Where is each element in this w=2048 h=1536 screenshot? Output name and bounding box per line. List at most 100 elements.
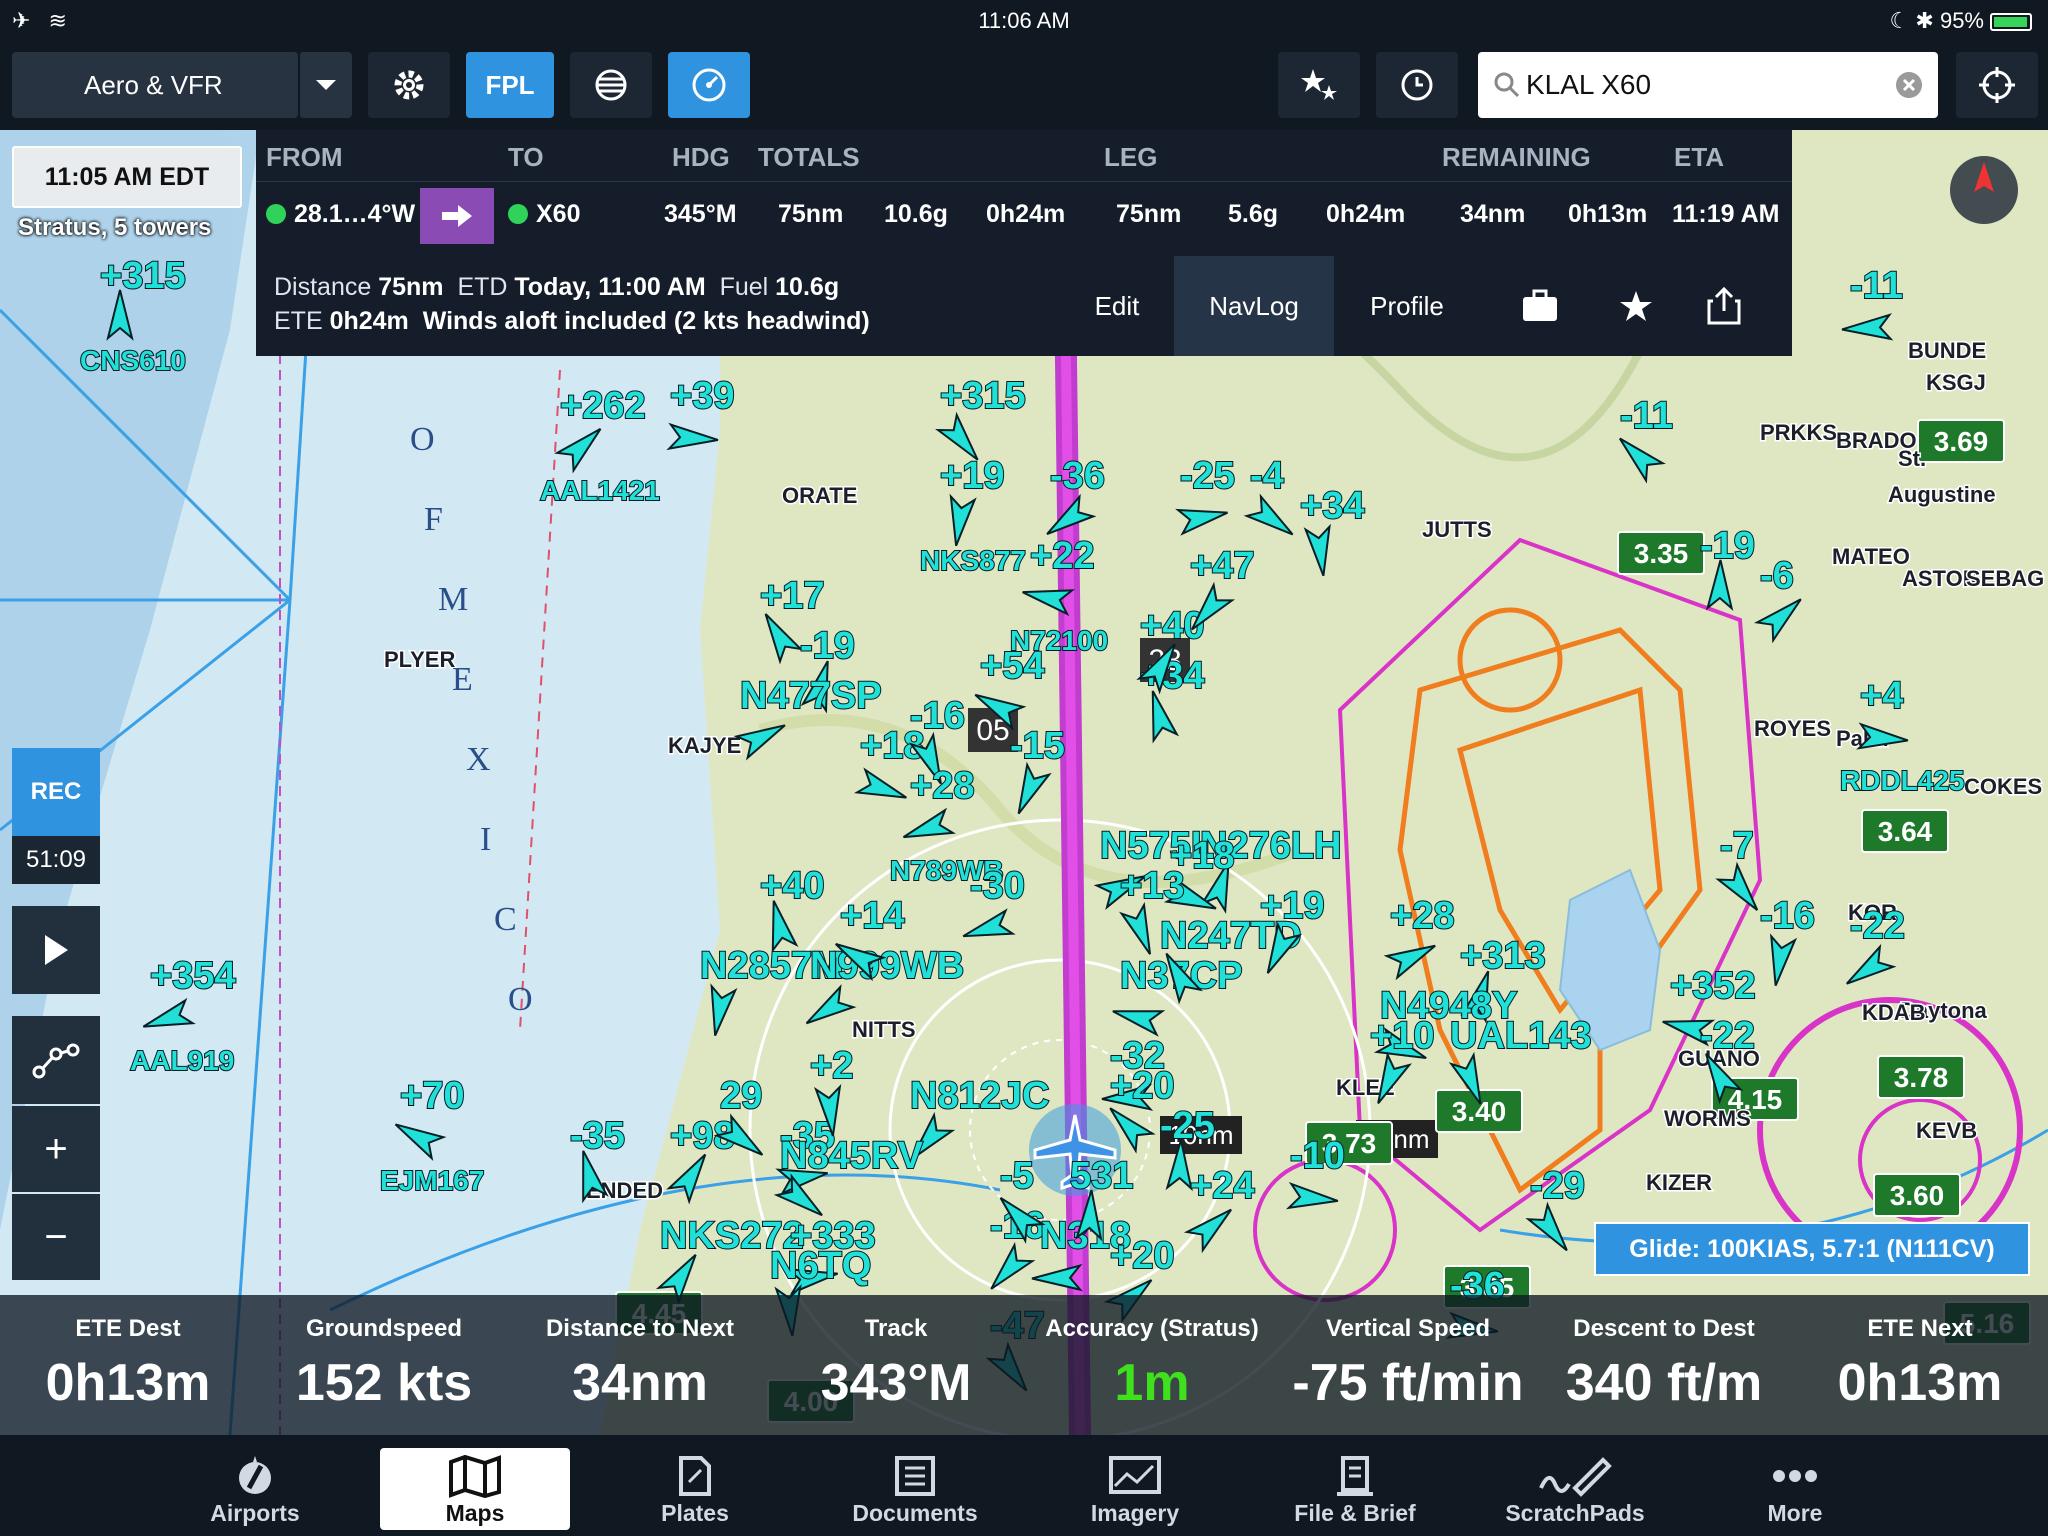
direct-to-button[interactable]	[420, 188, 494, 244]
share-button[interactable]	[1684, 256, 1764, 356]
remaining-time: 0h13m	[1568, 200, 1648, 228]
fpl-button[interactable]: FPL	[466, 52, 554, 118]
traffic-callsign: NKS877	[920, 545, 1026, 576]
plates-icon	[679, 1456, 711, 1496]
traffic-altitude: +54	[980, 645, 1044, 687]
inst-ete-dest[interactable]: ETE Dest 0h13m	[0, 1315, 256, 1413]
tab-profile[interactable]: Profile	[1334, 256, 1480, 356]
inst-groundspeed[interactable]: Groundspeed 152 kts	[256, 1315, 512, 1413]
tab-documents[interactable]: Documents	[820, 1448, 1010, 1530]
inst-vertical-speed[interactable]: Vertical Speed -75 ft/min	[1280, 1315, 1536, 1413]
metar-value: 3.78	[1894, 1062, 1949, 1093]
map-label: JUTTS	[1422, 517, 1492, 542]
navlog-row[interactable]: 28.1…4°W X60 345°M 75nm 10.6g 0h24m 75nm…	[256, 182, 1792, 246]
traffic-callsign: AAL1421	[540, 475, 660, 506]
locate-button[interactable]	[1956, 52, 2038, 118]
metar-value: 3.35	[1634, 538, 1689, 569]
documents-icon	[895, 1456, 935, 1496]
zoom-in-button[interactable]: +	[12, 1106, 100, 1192]
inst-descent-to-dest[interactable]: Descent to Dest 340 ft/m	[1536, 1315, 1792, 1413]
tab-airports[interactable]: Airports	[160, 1448, 350, 1530]
favorites-button[interactable]	[1278, 52, 1360, 118]
traffic-altitude: -10	[1290, 1135, 1345, 1177]
inst-value: 0h13m	[1837, 1354, 2003, 1412]
inst-track[interactable]: Track 343°M	[768, 1315, 1024, 1413]
map-label: St.	[1898, 446, 1926, 471]
traffic-altitude: +315	[100, 255, 186, 297]
traffic-altitude: -36	[1050, 455, 1105, 497]
map-layer-selector[interactable]: Aero & VFR	[12, 52, 298, 118]
maps-icon	[449, 1454, 501, 1498]
winds-note: Winds aloft included (2 kts headwind)	[422, 307, 870, 335]
minus-icon: −	[44, 1214, 68, 1259]
save-route-button[interactable]	[1596, 256, 1676, 356]
clock: 11:06 AM	[978, 8, 1070, 33]
traffic-callsign: CNS610	[80, 345, 186, 376]
traffic-altitude: -22	[1700, 1015, 1755, 1057]
record-time: 51:09	[25, 846, 87, 873]
traffic-altitude: N477SP	[740, 675, 882, 717]
inst-ete-next[interactable]: ETE Next 0h13m	[1792, 1315, 2048, 1413]
map-layer-dropdown-button[interactable]	[298, 52, 352, 118]
play-button[interactable]	[12, 906, 100, 994]
traffic-altitude: -25	[1180, 455, 1235, 497]
procedures-button[interactable]	[1500, 256, 1580, 356]
traffic-altitude: +262	[560, 385, 646, 427]
recents-button[interactable]	[1376, 52, 1458, 118]
tab-edit-label: Edit	[1094, 290, 1140, 321]
metar-badge[interactable]: 3.60	[1873, 1173, 1961, 1217]
route-button[interactable]	[12, 1016, 100, 1104]
record-label: REC	[30, 778, 82, 805]
gulf-label-letter: O	[508, 981, 533, 1018]
inst-distance-next[interactable]: Distance to Next 34nm	[512, 1315, 768, 1413]
traffic-altitude: +39	[670, 375, 734, 417]
gear-icon	[394, 70, 424, 100]
settings-button[interactable]	[368, 52, 450, 118]
inst-label: Vertical Speed	[1325, 1315, 1491, 1342]
traffic-altitude: -19	[1700, 525, 1755, 567]
battery-icon	[1990, 13, 2032, 31]
file-brief-icon	[1337, 1456, 1373, 1496]
clock-icon	[1401, 69, 1433, 101]
map-label: KIZER	[1646, 1170, 1712, 1195]
metar-badge[interactable]: 3.35	[1617, 531, 1705, 575]
tab-imagery[interactable]: Imagery	[1040, 1448, 1230, 1530]
tab-maps[interactable]: Maps	[380, 1448, 570, 1530]
record-button[interactable]: REC	[12, 748, 100, 836]
metar-badge[interactable]: 3.78	[1877, 1055, 1965, 1099]
leg-time: 0h24m	[1326, 200, 1406, 228]
traffic-altitude: UAL143	[1450, 1015, 1592, 1057]
tab-label: Maps	[445, 1500, 505, 1526]
traffic-altitude: +34	[1300, 485, 1364, 527]
zoom-out-button[interactable]: −	[12, 1194, 100, 1280]
tab-label: Imagery	[1090, 1500, 1180, 1526]
current-time-box: 11:05 AM EDT	[12, 146, 242, 208]
imagery-icon	[1109, 1456, 1161, 1494]
glide-advisor[interactable]: Glide: 100KIAS, 5.7:1 (N111CV)	[1594, 1222, 2030, 1276]
traffic-target[interactable]: -10	[1285, 1134, 1346, 1213]
header-hdg: HDG	[672, 142, 730, 172]
tab-more[interactable]: More	[1700, 1448, 1890, 1530]
distance-value: 75nm	[378, 273, 444, 301]
layers-button[interactable]	[570, 52, 652, 118]
inst-label: Descent to Dest	[1573, 1315, 1755, 1342]
etd-label: ETD	[457, 273, 508, 301]
compass-icon[interactable]	[1950, 156, 2018, 224]
metar-badge[interactable]: 3.64	[1861, 809, 1949, 853]
map-label: WORMS	[1664, 1106, 1751, 1131]
tab-navlog[interactable]: NavLog	[1174, 256, 1334, 356]
search-field[interactable]: KLAL X60	[1478, 52, 1938, 118]
tab-file-brief[interactable]: File & Brief	[1260, 1448, 1450, 1530]
traffic-altitude: +352	[1670, 965, 1756, 1007]
metar-badge[interactable]: 3.69	[1917, 419, 2005, 463]
inst-accuracy[interactable]: Accuracy (Stratus) 1m	[1024, 1315, 1280, 1413]
gauge-icon	[692, 68, 726, 102]
tab-plates[interactable]: Plates	[600, 1448, 790, 1530]
tab-edit[interactable]: Edit	[1060, 256, 1174, 356]
instruments-button[interactable]	[668, 52, 750, 118]
traffic-altitude: +28	[910, 765, 974, 807]
tab-scratchpads[interactable]: ScratchPads	[1480, 1448, 1670, 1530]
from-waypoint: 28.1…4°W	[294, 200, 416, 228]
header-leg: LEG	[1104, 142, 1158, 172]
clear-icon[interactable]	[1894, 70, 1924, 100]
